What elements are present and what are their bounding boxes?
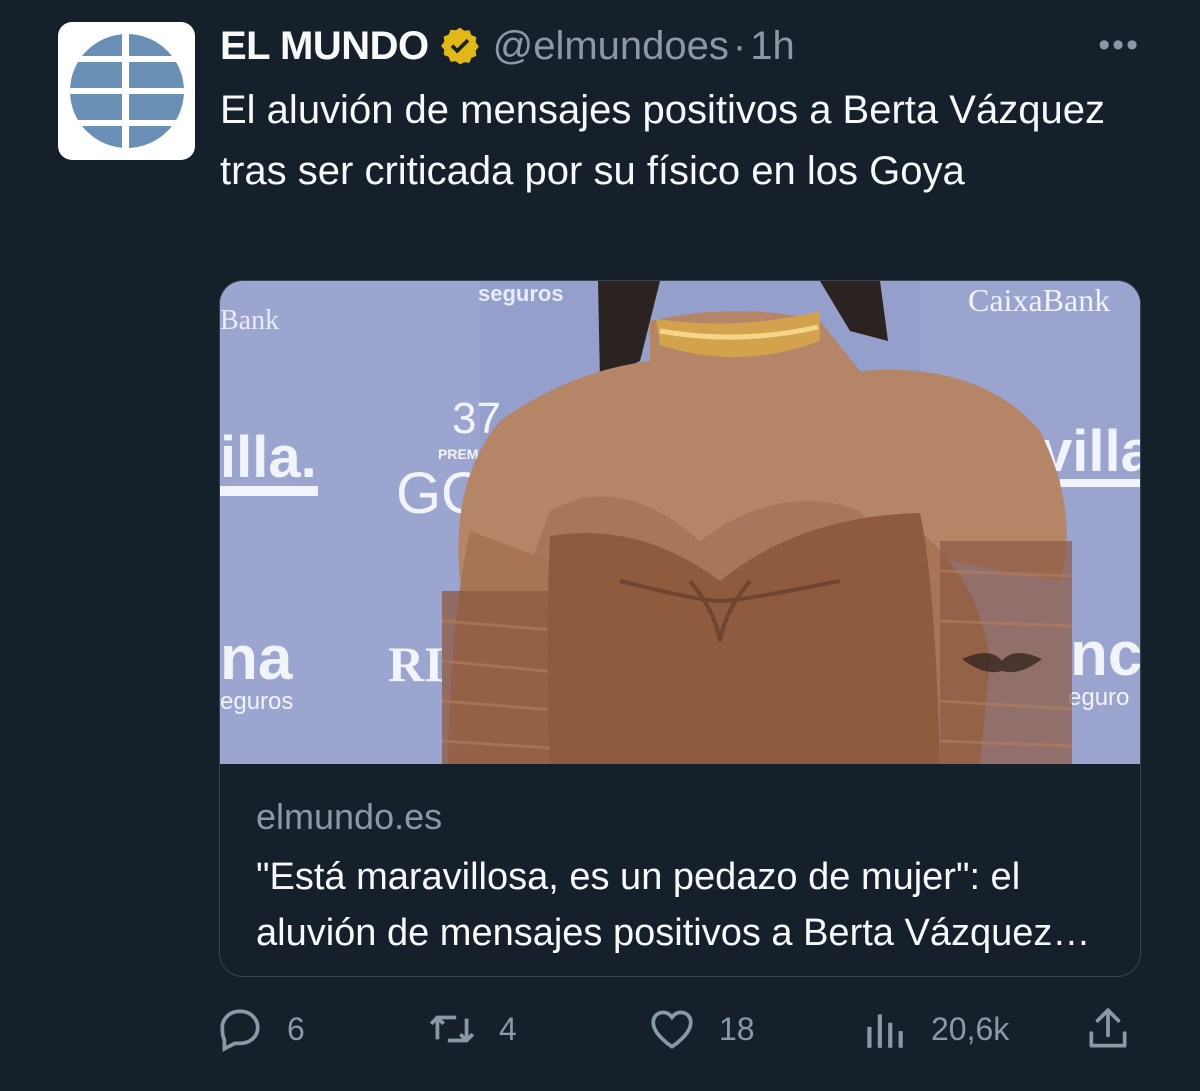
el-mundo-globe-logo-icon	[69, 34, 184, 148]
timestamp[interactable]: 1h	[750, 24, 795, 69]
card-domain: elmundo.es	[256, 796, 443, 837]
verified-badge-icon	[440, 27, 479, 65]
heart-icon	[651, 1010, 693, 1049]
like-button[interactable]: 18	[647, 1000, 755, 1058]
views-button[interactable]: 20,6k	[859, 1000, 1009, 1058]
backdrop-text: eguros	[220, 688, 293, 715]
card-title: "Está maravillosa, es un pedazo de mujer…	[256, 856, 1053, 954]
backdrop-text: Bank	[220, 305, 279, 336]
avatar[interactable]	[58, 22, 195, 160]
tweet-header: EL MUNDO @elmundoes · 1h	[220, 20, 1140, 72]
backdrop-text: illa.	[220, 425, 317, 490]
tweet-actions: 6 4 18 20,6k	[215, 1000, 1145, 1058]
backdrop-text: PREM	[438, 446, 478, 462]
link-card[interactable]: Bank seguros CaixaBank illa. 37 PREM GO …	[219, 280, 1141, 977]
backdrop-text: nc	[1070, 620, 1141, 689]
views-count: 20,6k	[931, 1010, 1010, 1047]
share-button[interactable]	[1083, 1000, 1133, 1058]
reply-button[interactable]: 6	[215, 1000, 305, 1058]
reply-icon	[220, 1009, 260, 1052]
retweet-icon	[429, 1015, 475, 1043]
retweet-button[interactable]: 4	[427, 1000, 517, 1058]
backdrop-text: CaixaBank	[968, 282, 1110, 318]
share-icon	[1089, 1008, 1127, 1048]
tweet-text: El aluvión de mensajes positivos a Berta…	[220, 88, 1105, 193]
more-options-icon[interactable]: •••	[1098, 28, 1140, 62]
card-image: Bank seguros CaixaBank illa. 37 PREM GO …	[220, 281, 1141, 764]
author-name[interactable]: EL MUNDO	[220, 24, 429, 69]
retweet-count: 4	[499, 1010, 517, 1047]
separator-dot: ·	[732, 23, 747, 68]
backdrop-text: seguros	[478, 281, 564, 306]
backdrop-text: na	[220, 624, 293, 693]
reply-count: 6	[287, 1010, 305, 1047]
like-count: 18	[719, 1010, 755, 1047]
author-handle[interactable]: @elmundoes	[493, 24, 729, 69]
backdrop-text: RI	[388, 636, 444, 692]
views-chart-icon	[867, 1014, 903, 1048]
backdrop-text: eguro	[1068, 684, 1129, 711]
tweet[interactable]: EL MUNDO @elmundoes · 1h ••• El aluvión …	[0, 0, 1200, 1091]
